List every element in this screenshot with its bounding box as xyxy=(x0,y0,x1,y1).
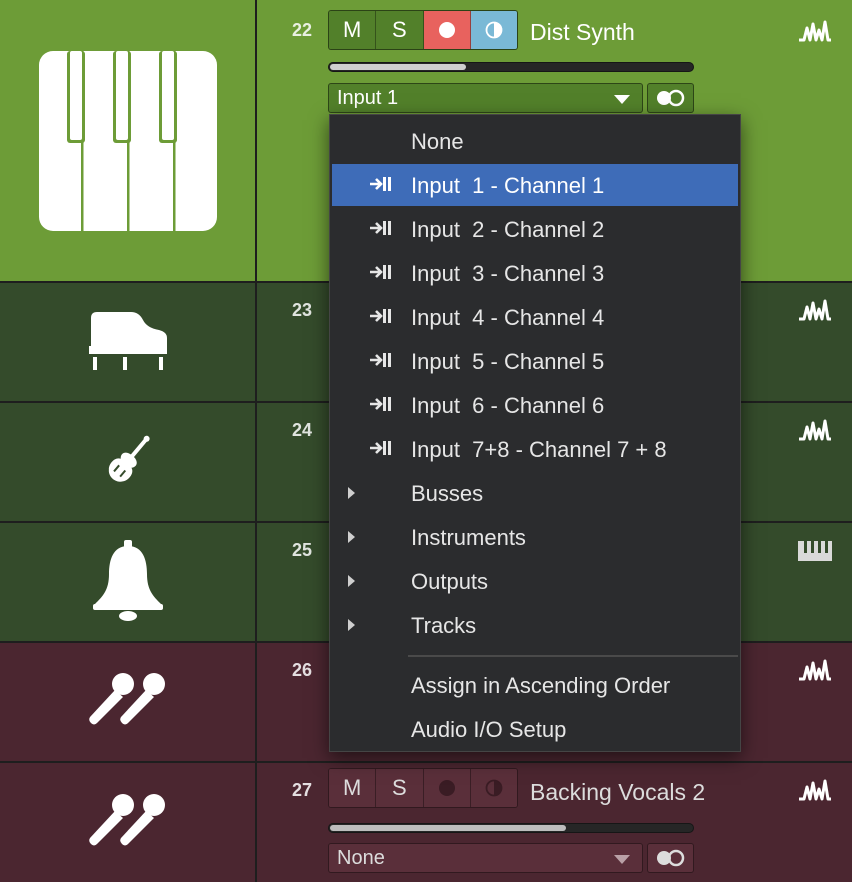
menu-item-tracks[interactable]: Tracks xyxy=(332,604,738,646)
menu-item-input-5[interactable]: Input 5 - Channel 5 xyxy=(332,340,738,382)
input-dropdown-menu: None Input 1 - Channel 1 Input 2 - Chann… xyxy=(329,114,741,752)
menu-item-input-1[interactable]: Input 1 - Channel 1 xyxy=(332,164,738,206)
track-27-icon-cell[interactable] xyxy=(0,761,257,882)
solo-button[interactable]: S xyxy=(376,11,424,49)
record-arm-button[interactable] xyxy=(423,769,471,807)
mute-button[interactable]: M xyxy=(329,11,377,49)
volume-slider[interactable] xyxy=(328,62,694,72)
menu-item-instruments[interactable]: Instruments xyxy=(332,516,738,558)
violin-icon xyxy=(108,435,150,482)
stereo-link-button[interactable] xyxy=(647,843,694,873)
track-number: 23 xyxy=(292,300,313,320)
track-23-icon-cell[interactable] xyxy=(0,281,257,401)
menu-item-audio-io-setup[interactable]: Audio I/O Setup xyxy=(332,708,738,750)
mute-button[interactable]: M xyxy=(329,769,377,807)
menu-item-busses[interactable]: Busses xyxy=(332,472,738,514)
piano-keys-icon xyxy=(38,50,217,231)
menu-item-label: Input 6 - Channel 6 xyxy=(411,393,605,418)
track-22-icon-cell[interactable] xyxy=(0,0,257,281)
menu-item-label: Instruments xyxy=(411,525,526,550)
input-arrow-icon xyxy=(370,309,391,323)
track-26-icon-cell[interactable] xyxy=(0,641,257,761)
track-number: 22 xyxy=(292,20,313,40)
menu-item-label: Assign in Ascending Order xyxy=(411,673,671,698)
submenu-arrow-icon xyxy=(348,575,355,587)
menu-item-label: None xyxy=(411,129,464,154)
record-icon xyxy=(438,780,455,796)
track-25-icon-cell[interactable] xyxy=(0,521,257,641)
menu-item-input-6[interactable]: Input 6 - Channel 6 xyxy=(332,384,738,426)
menu-item-assign-ascending[interactable]: Assign in Ascending Order xyxy=(332,664,738,706)
menu-item-label: Input 4 - Channel 4 xyxy=(411,305,605,330)
menu-item-input-4[interactable]: Input 4 - Channel 4 xyxy=(332,296,738,338)
input-select-value: Input 1 xyxy=(337,87,399,109)
menu-item-input-2[interactable]: Input 2 - Channel 2 xyxy=(332,208,738,250)
track-27[interactable]: 27 M S Backing Vocals 2 None xyxy=(0,761,852,882)
menu-item-none[interactable]: None xyxy=(332,120,738,162)
stereo-link-icon xyxy=(657,89,685,107)
input-arrow-icon xyxy=(370,353,391,367)
bell-icon xyxy=(92,540,163,621)
audio-waveform-icon xyxy=(799,299,831,321)
microphones-icon xyxy=(88,793,165,845)
input-arrow-icon xyxy=(370,177,391,191)
track-24-icon-cell[interactable] xyxy=(0,401,257,521)
menu-item-input-7-8[interactable]: Input 7+8 - Channel 7 + 8 xyxy=(332,428,738,470)
volume-fill xyxy=(330,64,466,70)
menu-item-label: Outputs xyxy=(411,569,489,594)
menu-item-label: Input 2 - Channel 2 xyxy=(411,217,605,242)
track-22-buttons: M S xyxy=(328,10,518,50)
grand-piano-icon xyxy=(88,312,167,370)
input-arrow-icon xyxy=(370,397,391,411)
submenu-arrow-icon xyxy=(348,531,355,543)
chevron-down-icon xyxy=(614,95,630,104)
volume-fill xyxy=(330,825,566,831)
microphones-icon xyxy=(88,673,165,725)
audio-waveform-icon xyxy=(799,779,831,801)
track-number: 24 xyxy=(292,420,313,440)
input-select-value: None xyxy=(337,847,385,869)
input-arrow-icon xyxy=(370,265,391,279)
menu-item-label: Input 3 - Channel 3 xyxy=(411,261,605,286)
monitor-button[interactable] xyxy=(470,769,517,807)
record-arm-button[interactable] xyxy=(423,11,471,49)
monitor-icon xyxy=(485,21,503,39)
track-name[interactable]: Dist Synth xyxy=(530,19,635,46)
audio-waveform-icon xyxy=(799,20,831,42)
track-27-buttons: M S xyxy=(328,768,518,808)
menu-item-label: Audio I/O Setup xyxy=(411,717,567,742)
menu-item-label: Busses xyxy=(411,481,484,506)
audio-waveform-icon xyxy=(799,419,831,441)
menu-item-label: Input 5 - Channel 5 xyxy=(411,349,605,374)
track-number: 26 xyxy=(292,660,313,680)
monitor-button[interactable] xyxy=(470,11,517,49)
audio-waveform-icon xyxy=(799,659,831,681)
submenu-arrow-icon xyxy=(348,487,355,499)
monitor-icon xyxy=(485,779,503,797)
input-arrow-icon xyxy=(370,221,391,235)
stereo-link-icon xyxy=(657,849,685,867)
chevron-down-icon xyxy=(614,855,630,864)
menu-item-outputs[interactable]: Outputs xyxy=(332,560,738,602)
stereo-link-button[interactable] xyxy=(647,83,694,113)
menu-separator xyxy=(408,655,738,657)
solo-button[interactable]: S xyxy=(376,769,424,807)
menu-item-label: Input 1 - Channel 1 xyxy=(411,173,605,198)
record-icon xyxy=(438,22,455,38)
volume-slider[interactable] xyxy=(328,823,694,833)
track-name[interactable]: Backing Vocals 2 xyxy=(530,779,705,806)
menu-item-input-3[interactable]: Input 3 - Channel 3 xyxy=(332,252,738,294)
input-select[interactable]: None xyxy=(328,843,643,873)
track-number: 27 xyxy=(292,780,313,800)
menu-item-label: Input 7+8 - Channel 7 + 8 xyxy=(411,437,667,462)
input-select[interactable]: Input 1 xyxy=(328,83,643,113)
instrument-keyboard-icon xyxy=(798,541,832,561)
input-arrow-icon xyxy=(370,441,391,455)
submenu-arrow-icon xyxy=(348,619,355,631)
menu-item-label: Tracks xyxy=(411,613,477,638)
track-number: 25 xyxy=(292,540,313,560)
